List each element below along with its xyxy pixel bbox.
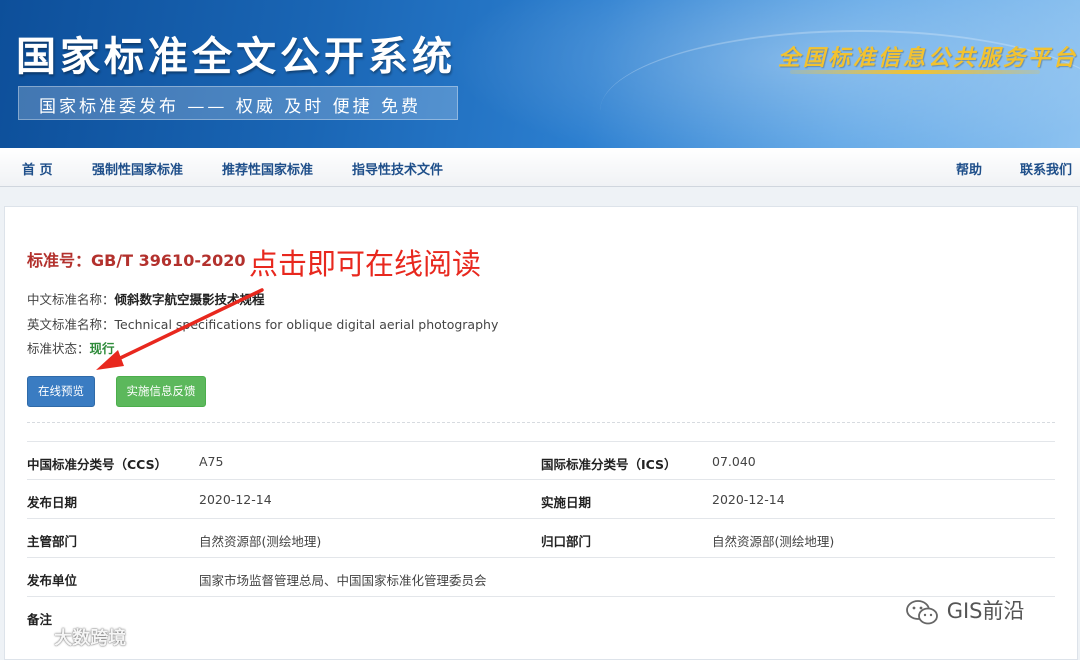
watermark-left-text: 大数跨境 bbox=[54, 628, 127, 649]
watermark-logo-icon bbox=[9, 631, 48, 646]
watermark-right-text: GIS前沿 bbox=[946, 599, 1025, 623]
annotation-arrow bbox=[96, 288, 264, 370]
arrow-head bbox=[96, 350, 124, 370]
watermark-left: 大数跨境 bbox=[8, 624, 126, 650]
wechat-icon bbox=[906, 600, 938, 625]
watermark-right: GIS前沿 bbox=[904, 595, 1024, 626]
arrow-shaft bbox=[110, 288, 264, 364]
